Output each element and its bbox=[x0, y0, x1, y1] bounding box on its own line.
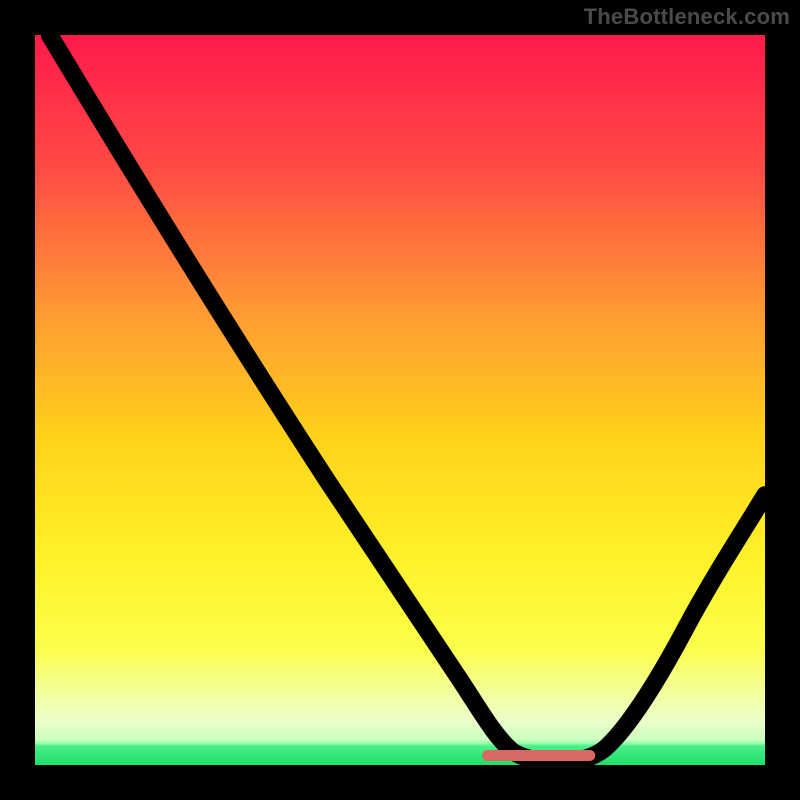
chart-container: TheBottleneck.com bbox=[0, 0, 800, 800]
watermark-text: TheBottleneck.com bbox=[584, 4, 790, 30]
plot-area bbox=[35, 35, 765, 765]
curve-left bbox=[50, 35, 561, 761]
curve-left-thick bbox=[50, 35, 561, 761]
curve-right-thick bbox=[561, 495, 765, 761]
bottleneck-curve bbox=[35, 35, 765, 765]
